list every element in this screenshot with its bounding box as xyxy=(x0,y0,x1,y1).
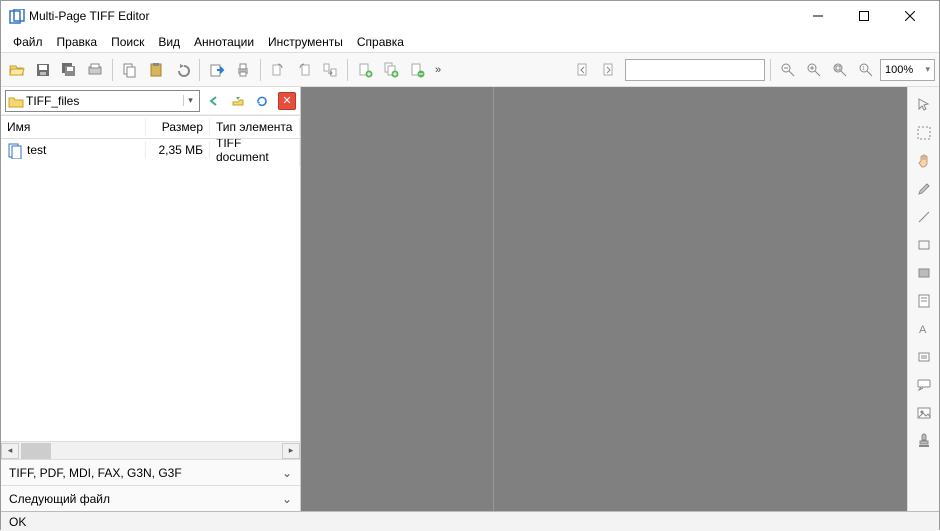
page-rotate-left-icon[interactable] xyxy=(266,58,290,82)
page-add-multi-icon[interactable] xyxy=(379,58,403,82)
thumbnail-canvas[interactable] xyxy=(301,87,494,511)
zoom-fit-icon[interactable] xyxy=(828,58,852,82)
tiff-file-icon xyxy=(7,143,21,157)
file-list: test 2,35 МБ TIFF document xyxy=(1,139,300,441)
line-icon[interactable] xyxy=(912,205,936,229)
pointer-icon[interactable] xyxy=(912,93,936,117)
col-size[interactable]: Размер xyxy=(146,118,210,136)
scroll-right-icon[interactable]: ▸ xyxy=(282,443,300,459)
file-browser-panel: TIFF_files ▾ ✕ Имя Размер Тип элемента t… xyxy=(1,87,301,511)
path-text: TIFF_files xyxy=(26,94,179,108)
file-type: TIFF document xyxy=(210,139,300,166)
file-type-filter[interactable]: TIFF, PDF, MDI, FAX, G3N, G3F ⌄ xyxy=(1,459,300,485)
close-panel-icon[interactable]: ✕ xyxy=(278,92,296,110)
nav-up-icon[interactable] xyxy=(228,91,248,111)
page-number-box[interactable] xyxy=(625,59,765,81)
page-rotate-right-icon[interactable] xyxy=(292,58,316,82)
close-button[interactable] xyxy=(887,1,933,31)
zoom-combo[interactable]: 100% ▾ xyxy=(880,59,935,81)
file-list-hscroll[interactable]: ◂ ▸ xyxy=(1,441,300,459)
menu-help[interactable]: Справка xyxy=(351,33,410,51)
page-canvas[interactable] xyxy=(494,87,907,511)
refresh-icon[interactable] xyxy=(252,91,272,111)
file-name: test xyxy=(27,143,46,157)
text-icon[interactable]: A xyxy=(912,317,936,341)
folder-icon xyxy=(8,94,22,108)
paste-icon[interactable] xyxy=(144,58,168,82)
rect-filled-icon[interactable] xyxy=(912,261,936,285)
next-file-row[interactable]: Следующий файл ⌄ xyxy=(1,485,300,511)
path-row: TIFF_files ▾ ✕ xyxy=(1,87,300,115)
zoom-actual-icon[interactable]: 1 xyxy=(854,58,878,82)
zoom-in-icon[interactable] xyxy=(802,58,826,82)
scan-icon[interactable] xyxy=(83,58,107,82)
maximize-button[interactable] xyxy=(841,1,887,31)
scroll-left-icon[interactable]: ◂ xyxy=(1,443,19,459)
save-icon[interactable] xyxy=(31,58,55,82)
page-reorder-icon[interactable] xyxy=(318,58,342,82)
region-select-icon[interactable] xyxy=(912,121,936,145)
filter-text: TIFF, PDF, MDI, FAX, G3N, G3F xyxy=(9,466,182,480)
copy-icon[interactable] xyxy=(118,58,142,82)
note-icon[interactable] xyxy=(912,289,936,313)
svg-text:1: 1 xyxy=(862,66,865,72)
zoom-out-icon[interactable] xyxy=(776,58,800,82)
minimize-button[interactable] xyxy=(795,1,841,31)
open-icon[interactable] xyxy=(5,58,29,82)
menu-tools[interactable]: Инструменты xyxy=(262,33,349,51)
scroll-thumb[interactable] xyxy=(21,443,51,459)
titlebar: Multi-Page TIFF Editor xyxy=(1,1,939,31)
app-icon xyxy=(9,9,23,23)
col-type[interactable]: Тип элемента xyxy=(210,118,300,136)
nav-back-icon[interactable] xyxy=(204,91,224,111)
image-icon[interactable] xyxy=(912,401,936,425)
menu-edit[interactable]: Правка xyxy=(51,33,104,51)
next-file-text: Следующий файл xyxy=(9,492,110,506)
pen-icon[interactable] xyxy=(912,177,936,201)
col-name[interactable]: Имя xyxy=(1,118,146,136)
save-all-icon[interactable] xyxy=(57,58,81,82)
file-size: 2,35 МБ xyxy=(146,141,210,159)
list-item[interactable]: test 2,35 МБ TIFF document xyxy=(1,139,300,161)
page-remove-icon[interactable] xyxy=(405,58,429,82)
rect-icon[interactable] xyxy=(912,233,936,257)
chevron-down-icon: ⌄ xyxy=(282,466,292,480)
main-area: TIFF_files ▾ ✕ Имя Размер Тип элемента t… xyxy=(1,87,939,511)
menu-file[interactable]: Файл xyxy=(7,33,49,51)
chevron-updown-icon: ⌄ xyxy=(282,492,292,506)
window-title: Multi-Page TIFF Editor xyxy=(29,9,795,23)
hand-icon[interactable] xyxy=(912,149,936,173)
export-icon[interactable] xyxy=(205,58,229,82)
undo-icon[interactable] xyxy=(170,58,194,82)
callout-icon[interactable] xyxy=(912,373,936,397)
path-combo[interactable]: TIFF_files ▾ xyxy=(5,90,200,112)
menubar: Файл Правка Поиск Вид Аннотации Инструме… xyxy=(1,31,939,53)
print-icon[interactable] xyxy=(231,58,255,82)
stamp-icon[interactable] xyxy=(912,429,936,453)
zoom-value: 100% xyxy=(885,64,913,76)
main-toolbar: » 1 100% ▾ xyxy=(1,53,939,87)
chevron-down-icon: ▾ xyxy=(183,95,197,106)
status-text: OK xyxy=(9,515,26,529)
annotation-toolbar: A xyxy=(907,87,939,511)
menu-view[interactable]: Вид xyxy=(152,33,186,51)
menu-search[interactable]: Поиск xyxy=(105,33,150,51)
statusbar: OK xyxy=(1,511,939,531)
page-prev-icon[interactable] xyxy=(571,58,595,82)
menu-annotations[interactable]: Аннотации xyxy=(188,33,260,51)
page-add-icon[interactable] xyxy=(353,58,377,82)
page-next-icon[interactable] xyxy=(597,58,621,82)
page-toolbar: 1 100% ▾ xyxy=(571,58,935,82)
chevron-down-icon: ▾ xyxy=(925,64,930,75)
highlight-icon[interactable] xyxy=(912,345,936,369)
toolbar-overflow[interactable]: » xyxy=(431,64,445,76)
file-list-header: Имя Размер Тип элемента xyxy=(1,115,300,139)
svg-text:A: A xyxy=(919,324,927,336)
